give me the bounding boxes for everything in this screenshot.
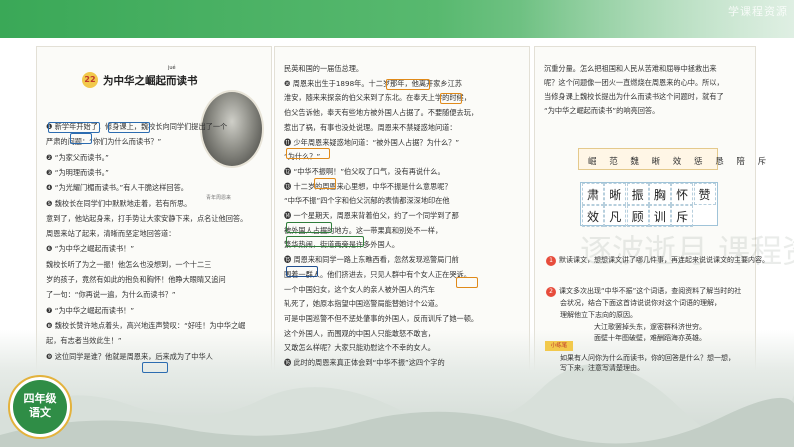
highlight-age bbox=[386, 79, 430, 90]
exercise-line: 1 默读课文，想想课文讲了哪几件事，再连起来说说课文的主要内容。 bbox=[546, 256, 769, 266]
highlight-occupied-area bbox=[286, 236, 364, 247]
left-text-line: ❼ “为中华之崛起而读书！” bbox=[46, 305, 135, 315]
left-text-line: 意到了，他站起身来，打手势让大家安静下来，点名让他回答。 bbox=[46, 213, 248, 223]
highlight-new-term bbox=[48, 122, 100, 133]
right-text-line: 呢？这个问题像一团火一直燃烧在周恩来的心中。所以， bbox=[544, 78, 724, 87]
new-character-cell: 顾 bbox=[626, 204, 649, 227]
highlight-woman bbox=[456, 277, 478, 288]
grade-badge-inner: 四年级 语文 bbox=[13, 380, 67, 434]
middle-text-line: ⓯ 周恩来和同学一路上东瞧西看，忽然发现巡警局门前 bbox=[284, 255, 459, 265]
new-character-cell: 胸 bbox=[648, 183, 671, 205]
middle-text-line: 又敢怎么样呢？大家只能劝慰这个不幸的女人。 bbox=[284, 343, 435, 353]
mountain-silhouette bbox=[0, 363, 794, 447]
middle-text-line: ❿ 周恩来出生于1898年。十二岁那年，他离开家乡江苏 bbox=[284, 78, 462, 88]
exercise-line: 会状况，结合下面这首诗说说你对这个词语的理解， bbox=[560, 299, 721, 308]
photo-caption: 青年周恩来 bbox=[206, 195, 232, 201]
highlight-fengtian bbox=[440, 93, 462, 104]
exercise-number: 2 bbox=[546, 287, 556, 297]
tip-label: 小练笔 bbox=[545, 341, 573, 351]
left-text-line: ❾ 这位同学是谁？他就是周恩来，后来成为了中华人 bbox=[46, 351, 213, 361]
pinyin-characters: 崛 范 魏 晰 效 惩 恳 陪 斥 bbox=[588, 157, 772, 167]
lesson-number: 22 bbox=[82, 72, 98, 88]
highlight-zhou-2 bbox=[286, 266, 318, 277]
middle-text-line: ⓫ 少年周恩来疑惑地问道：“被外国人占据？为什么？” bbox=[284, 137, 460, 147]
new-character-cell: 凡 bbox=[604, 204, 627, 227]
middle-text-line: ⓮ 一个星期天，周恩来背着伯父，约了一个同学到了那 bbox=[284, 211, 459, 220]
exercise-line: 面壁十年图破壁，难酬蹈海亦英雄。 bbox=[594, 334, 706, 343]
middle-text-line: 惹出了祸，有事也没处说理。周恩来不禁疑惑地问道： bbox=[284, 122, 457, 132]
left-text-line: ❸ “为明理而读书。” bbox=[46, 167, 109, 177]
middle-text-line: 这个外国人，而围观的中国人只能敢怒不敢言， bbox=[284, 328, 435, 338]
new-character-cell: 晰 bbox=[604, 183, 627, 205]
middle-text-line: 民英和国的一届伍总理。 bbox=[284, 64, 364, 73]
grade-label: 四年级 bbox=[23, 392, 57, 405]
exercise-number: 1 bbox=[546, 256, 556, 266]
middle-text-line: 可是中国巡警不但不惩处肇事的外国人，反而训斥了她一顿。 bbox=[284, 313, 479, 323]
highlight-young-zhou bbox=[286, 148, 330, 159]
new-character-cell: 斥 bbox=[671, 204, 694, 227]
exercise-text: 会状况，结合下面这首诗说说你对这个词语的理解， bbox=[560, 299, 721, 307]
new-character-cell: 振 bbox=[626, 183, 649, 205]
lesson-title: 为中华之崛起而读书 bbox=[103, 75, 198, 87]
left-text-line: 岁的孩子，竟然有如此的抱负和胸怀！他睁大眼睛又追问 bbox=[46, 275, 226, 284]
left-text-line: 周恩来站了起来，清晰而坚定地回答道： bbox=[46, 229, 176, 239]
middle-text-line: 伯父告诉他，奉天有些地方被外国人占据了。不要随便去玩， bbox=[284, 108, 479, 118]
exercise-text: 理解他立下志向的原因。 bbox=[560, 311, 637, 319]
left-text-line: 严肃的问题：“你们为什么而读书？” bbox=[46, 137, 162, 147]
highlight-principal bbox=[70, 133, 92, 144]
exercise-text: 大江歌罢掉头东，邃密群科济世穷。 bbox=[594, 323, 706, 331]
left-text-line: ❹ “为光耀门楣而读书。”有人干脆这样回答。 bbox=[46, 183, 188, 193]
highlight-uncle bbox=[314, 178, 336, 189]
left-text-line: ❻ “为中华之崛起而读书！” bbox=[46, 244, 135, 254]
title-pinyin: jué bbox=[168, 65, 176, 71]
middle-text-line: 一个中国妇女，这个女人的亲人被外国人的汽车 bbox=[284, 284, 435, 294]
highlight-sunday bbox=[286, 222, 332, 233]
middle-text-line: ⓭ 十二岁的周恩来心里想，中华不振是什么意思呢？ bbox=[284, 181, 452, 191]
exercise-text: 默读课文，想想课文讲了哪几件事，再连起来说说课文的主要内容。 bbox=[559, 256, 769, 264]
left-text-line: ❺ 魏校长在同学们中默默地走着，若有所思。 bbox=[46, 198, 192, 208]
new-character-cell: 肃 bbox=[582, 183, 604, 205]
exercise-line: 理解他立下志向的原因。 bbox=[560, 311, 637, 320]
left-text-line: ❽ 魏校长赞许地点着头，高兴地连声赞叹：“好哇！为中华之崛 bbox=[46, 320, 246, 330]
middle-text-line: 轧死了，她原本指望中国巡警局能替她讨个公道。 bbox=[284, 299, 443, 309]
right-text-line: “为中华之崛起而读书”的响亮回答。 bbox=[544, 106, 660, 115]
exercise-text: 面壁十年图破壁，难酬蹈海亦英雄。 bbox=[594, 334, 706, 342]
exercise-text: 课文多次出现“中华不振”这个词语，查阅资料了解当时的社 bbox=[559, 287, 742, 295]
right-text-line: 当修身课上魏校长提出为什么而读书这个问题时，就有了 bbox=[544, 92, 724, 101]
highlight-zhou bbox=[142, 362, 168, 373]
middle-text-line: ⓬ “中华不振啊！”伯父叹了口气，没有再说什么。 bbox=[284, 166, 445, 176]
exercise-line: 2 课文多次出现“中华不振”这个词语，查阅资料了解当时的社 bbox=[546, 287, 741, 297]
tip-line: 如果有人问你为什么而读书，你的回答是什么？想一想， bbox=[560, 354, 735, 362]
new-character-cell: 赞 bbox=[693, 183, 716, 205]
left-text-line: 了一句：“你再说一遍，为什么而读书？” bbox=[46, 290, 176, 300]
tip-line: 写下来，注意写清楚理由。 bbox=[560, 364, 644, 372]
new-character-cell: 效 bbox=[582, 204, 604, 227]
new-character-cell: 怀 bbox=[671, 183, 694, 205]
new-character-cell: 训 bbox=[648, 204, 671, 227]
right-text-line: 沉重分量。怎么把祖国和人民从苦难和屈辱中拯救出来 bbox=[544, 64, 717, 73]
middle-text-line: ⓰ 此时的周恩来真正体会到“中华不振”这四个字的 bbox=[284, 358, 445, 367]
watermark: 学课程资源 bbox=[728, 5, 788, 18]
middle-text-line: “中华不振”四个字和伯父沉郁的表情都深深地印在他 bbox=[284, 196, 450, 206]
subject-label: 语文 bbox=[29, 406, 51, 419]
exercise-line: 大江歌罢掉头东，邃密群科济世穷。 bbox=[594, 323, 706, 332]
left-text-line: ❷ “为家父而读书。” bbox=[46, 152, 109, 162]
left-text-line: 魏校长听了为之一振！他怎么也没想到，一个十二三 bbox=[46, 259, 212, 269]
left-text-line: 起，有志者当效此生！” bbox=[46, 336, 122, 346]
highlight-class bbox=[108, 122, 150, 133]
